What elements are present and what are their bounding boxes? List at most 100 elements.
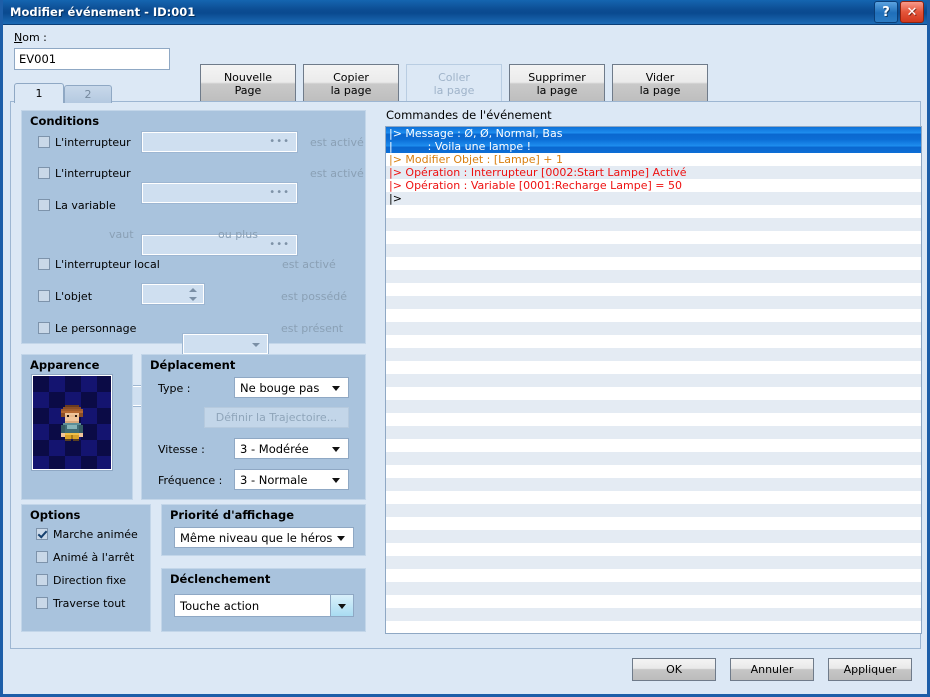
command-row[interactable]: |> (386, 192, 921, 205)
movement-speed-value: 3 - Modérée (240, 441, 309, 456)
trigger-group: Déclenchement Touche action (161, 568, 366, 632)
trigger-combo[interactable]: Touche action (174, 594, 354, 617)
idle-anim-label: Animé à l'arrêt (53, 550, 135, 564)
command-row[interactable]: | : Voila une lampe ! (386, 140, 921, 153)
ok-button[interactable]: OK (632, 658, 716, 681)
command-row-empty[interactable] (386, 309, 921, 322)
item-checkbox[interactable] (38, 290, 50, 302)
command-row-empty[interactable] (386, 283, 921, 296)
local-switch-chevron-down-icon (252, 343, 260, 347)
option-through[interactable]: Traverse tout (36, 593, 126, 613)
command-row-empty[interactable] (386, 608, 921, 621)
command-row-empty[interactable] (386, 452, 921, 465)
fixed-dir-checkbox[interactable] (36, 574, 48, 586)
local-switch-label: L'interrupteur local (55, 257, 160, 271)
switch1-ellipsis-icon: ••• (269, 136, 290, 147)
stepper-arrows-icon[interactable] (189, 287, 198, 302)
command-row-empty[interactable] (386, 426, 921, 439)
command-row-empty[interactable] (386, 439, 921, 452)
command-row-empty[interactable] (386, 465, 921, 478)
cancel-label: Annuler (750, 663, 794, 676)
command-row-empty[interactable] (386, 478, 921, 491)
help-icon[interactable]: ? (874, 1, 898, 23)
command-row-empty[interactable] (386, 556, 921, 569)
character-sprite (61, 404, 83, 441)
option-walk-anim[interactable]: Marche animée (36, 524, 138, 544)
movement-type-value: Ne bouge pas (240, 380, 320, 395)
command-row-empty[interactable] (386, 231, 921, 244)
tab-page-1[interactable]: 1 (14, 83, 64, 103)
condition-row-local-switch: L'interrupteur local (38, 254, 160, 274)
actor-checkbox[interactable] (38, 322, 50, 334)
variable-value-suffix: ou plus (218, 228, 258, 241)
local-switch-checkbox[interactable] (38, 258, 50, 270)
event-commands-list[interactable]: |> Message : Ø, Ø, Normal, Bas | : Voila… (385, 126, 922, 634)
option-fixed-dir[interactable]: Direction fixe (36, 570, 126, 590)
command-row-empty[interactable] (386, 348, 921, 361)
variable-value-label: vaut (109, 228, 134, 241)
command-row[interactable]: |> Opération : Variable [0001:Recharge L… (386, 179, 921, 192)
command-row-empty[interactable] (386, 400, 921, 413)
ok-label: OK (666, 663, 682, 676)
command-row-empty[interactable] (386, 582, 921, 595)
commands-title: Commandes de l'événement (386, 108, 552, 122)
appearance-preview[interactable] (31, 374, 113, 471)
command-row[interactable]: |> Opération : Interrupteur [0002:Start … (386, 166, 921, 179)
command-row[interactable]: |> Message : Ø, Ø, Normal, Bas (386, 127, 921, 140)
command-row-empty[interactable] (386, 322, 921, 335)
command-row-empty[interactable] (386, 569, 921, 582)
command-row-empty[interactable] (386, 244, 921, 257)
switch2-ellipsis-icon: ••• (269, 187, 290, 198)
through-checkbox[interactable] (36, 597, 48, 609)
command-row-empty[interactable] (386, 543, 921, 556)
command-row-empty[interactable] (386, 218, 921, 231)
command-row-empty[interactable] (386, 335, 921, 348)
command-row-empty[interactable] (386, 413, 921, 426)
local-switch-combo[interactable] (182, 333, 269, 355)
cancel-button[interactable]: Annuler (730, 658, 814, 681)
command-row-empty[interactable] (386, 205, 921, 218)
options-group: Options Marche animée Animé à l'arrêt Di… (21, 504, 151, 632)
movement-type-combo[interactable]: Ne bouge pas (234, 377, 349, 398)
switch1-checkbox[interactable] (38, 136, 50, 148)
variable-checkbox[interactable] (38, 199, 50, 211)
command-row-empty[interactable] (386, 491, 921, 504)
name-input[interactable] (14, 48, 170, 70)
title-bar: Modifier événement - ID:001 ? ✕ (3, 0, 927, 25)
command-row-empty[interactable] (386, 504, 921, 517)
command-row-empty[interactable] (386, 387, 921, 400)
switch1-field[interactable]: ••• (141, 131, 298, 153)
movement-type-label: Type : (158, 382, 191, 395)
tab-page-2[interactable]: 2 (64, 85, 112, 103)
command-row[interactable]: |> Modifier Objet : [Lampe] + 1 (386, 153, 921, 166)
trigger-chevron-down-icon[interactable] (330, 595, 353, 616)
item-suffix: est possédé (281, 290, 347, 303)
movement-title: Déplacement (150, 358, 236, 372)
condition-row-switch2: L'interrupteur (38, 163, 131, 183)
switch2-checkbox[interactable] (38, 167, 50, 179)
apply-button[interactable]: Appliquer (828, 658, 912, 681)
variable-value-stepper[interactable] (141, 283, 205, 305)
command-row-empty[interactable] (386, 595, 921, 608)
movement-speed-combo[interactable]: 3 - Modérée (234, 438, 349, 459)
command-row-empty[interactable] (386, 530, 921, 543)
top-toolbar: Nom : Nouvelle Page Copier la page Colle… (3, 25, 927, 104)
walk-anim-checkbox[interactable] (36, 528, 48, 540)
command-row-empty[interactable] (386, 374, 921, 387)
command-row-empty[interactable] (386, 621, 921, 633)
movement-freq-combo[interactable]: 3 - Normale (234, 469, 349, 490)
option-idle-anim[interactable]: Animé à l'arrêt (36, 547, 134, 567)
command-row-empty[interactable] (386, 257, 921, 270)
priority-combo[interactable]: Même niveau que le héros (174, 527, 354, 548)
command-row-empty[interactable] (386, 296, 921, 309)
command-row-empty[interactable] (386, 270, 921, 283)
footer-buttons: OK Annuler Appliquer (632, 658, 912, 681)
switch2-field[interactable]: ••• (141, 182, 298, 204)
idle-anim-checkbox[interactable] (36, 551, 48, 563)
command-row-empty[interactable] (386, 361, 921, 374)
movement-group: Déplacement Type : Ne bouge pas Définir … (141, 354, 366, 500)
trigger-title: Déclenchement (170, 572, 271, 586)
condition-row-actor: Le personnage (38, 318, 136, 338)
close-icon[interactable]: ✕ (900, 1, 924, 23)
command-row-empty[interactable] (386, 517, 921, 530)
